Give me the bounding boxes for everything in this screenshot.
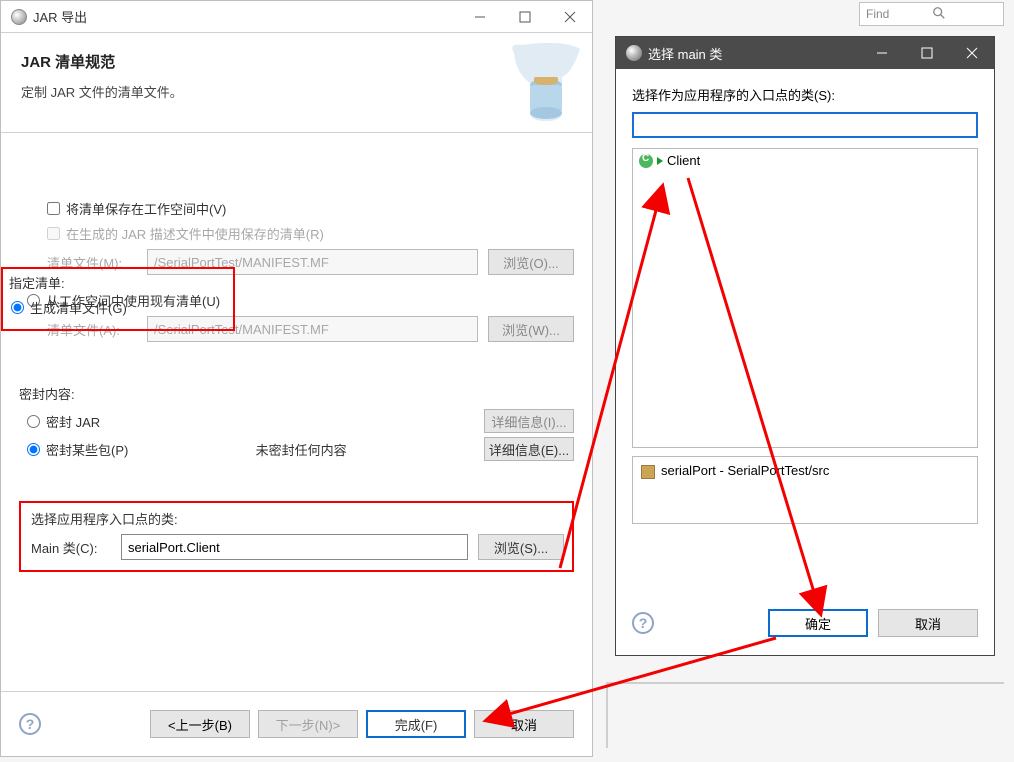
package-info-box: serialPort - SerialPortTest/src [632,456,978,524]
check-reuse-saved [47,227,60,240]
browse-manifest1-button: 浏览(O)... [488,249,574,275]
search-icon [932,6,998,23]
header-band: JAR 清单规范 定制 JAR 文件的清单文件。 [1,33,592,133]
cancel-button[interactable]: 取消 [474,710,574,738]
radio-generate-manifest[interactable] [11,301,24,314]
highlight-generate-manifest: 指定清单: 生成清单文件(G) [1,267,235,331]
manifest-section: 指定清单: 生成清单文件(G) 将清单保存在工作空间中(V) 在生成的 JAR … [1,133,592,348]
maximize-button[interactable] [502,2,547,32]
check-save-workspace[interactable] [47,202,60,215]
sd-close-button[interactable] [949,38,994,68]
radio-seal-jar[interactable] [27,415,40,428]
check-save-workspace-label: 将清单保存在工作空间中(V) [66,199,226,218]
find-placeholder: Find [866,7,932,21]
sd-maximize-button[interactable] [904,38,949,68]
radio-generate-manifest-label: 生成清单文件(G) [30,298,127,317]
runnable-icon [657,157,663,165]
main-titlebar[interactable]: JAR 导出 [1,1,592,33]
select-prompt: 选择作为应用程序的入口点的类(S): [632,85,978,104]
package-info-text: serialPort - SerialPortTest/src [661,463,829,478]
sd-minimize-button[interactable] [859,38,904,68]
label-specify-manifest: 指定清单: [9,273,227,292]
select-dialog-footer: ? 确定 取消 [616,595,994,655]
entry-point-label: 选择应用程序入口点的类: [31,509,564,528]
help-icon[interactable]: ? [632,612,654,634]
select-dialog-title: 选择 main 类 [648,44,722,63]
jar-image-icon [502,43,582,123]
radio-seal-packages[interactable] [27,443,40,456]
class-item-client[interactable]: Client [633,149,977,172]
details-seal-jar-button: 详细信息(I)... [484,409,574,433]
radio-seal-packages-label: 密封某些包(P) [46,440,128,459]
select-search-input[interactable] [632,112,978,138]
browse-manifest2-button: 浏览(W)... [488,316,574,342]
entry-point-section: 选择应用程序入口点的类: Main 类(C): 浏览(S)... [1,489,592,572]
footer-bar: ? <上一步(B) 下一步(N)> 完成(F) 取消 [1,691,592,756]
minimize-button[interactable] [457,2,502,32]
next-button: 下一步(N)> [258,710,358,738]
sd-ok-button[interactable]: 确定 [768,609,868,637]
finish-button[interactable]: 完成(F) [366,710,466,738]
page-title: JAR 清单规范 [21,51,572,72]
highlight-entry-point: 选择应用程序入口点的类: Main 类(C): 浏览(S)... [19,501,574,572]
select-main-class-dialog: 选择 main 类 选择作为应用程序的入口点的类(S): Client se [615,36,995,656]
back-button[interactable]: <上一步(B) [150,710,250,738]
details-seal-packages-button[interactable]: 详细信息(E)... [484,437,574,461]
seal-section: 密封内容: 密封 JAR 详细信息(I)... 密封某些包(P) 未密封任何内容… [1,372,592,465]
main-class-input[interactable] [121,534,468,560]
browse-main-class-button[interactable]: 浏览(S)... [478,534,564,560]
seal-content-label: 密封内容: [19,384,574,403]
class-icon [639,154,653,168]
eclipse-icon [626,45,642,61]
sd-cancel-button[interactable]: 取消 [878,609,978,637]
radio-seal-jar-label: 密封 JAR [46,412,100,431]
page-subtitle: 定制 JAR 文件的清单文件。 [21,82,572,101]
check-reuse-saved-label: 在生成的 JAR 描述文件中使用保存的清单(R) [66,224,324,243]
background-panel [606,682,1004,748]
find-bar[interactable]: Find [859,2,1004,26]
main-class-label: Main 类(C): [31,538,121,557]
class-item-label: Client [667,153,700,168]
package-icon [641,465,655,479]
jar-export-dialog: JAR 导出 JAR 清单规范 定制 JAR 文件的清单文件。 [0,0,593,757]
help-icon[interactable]: ? [19,713,41,735]
select-dialog-titlebar[interactable]: 选择 main 类 [616,37,994,69]
eclipse-icon [11,9,27,25]
unsealed-text: 未密封任何内容 [256,440,347,459]
close-button[interactable] [547,2,592,32]
class-list[interactable]: Client [632,148,978,448]
main-title: JAR 导出 [33,7,87,26]
